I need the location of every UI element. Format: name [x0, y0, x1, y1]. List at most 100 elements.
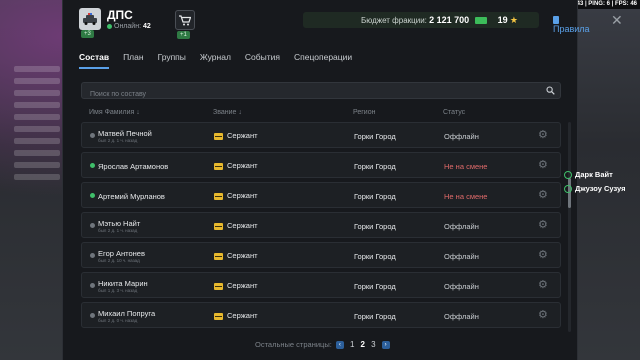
tab-journal[interactable]: Журнал [200, 52, 231, 69]
member-rank: Сержант [214, 251, 258, 260]
cart-badge: +1 [177, 31, 190, 39]
member-region: Горки Город [354, 282, 396, 291]
panel-header: +3 ДПС Онлайн: 42 +1 Бюджет фракции: 2 1… [63, 0, 623, 44]
friend-marker: Дарк Вайт [564, 170, 613, 180]
online-indicator: Онлайн: 42 [107, 23, 151, 30]
member-rank: Сержант [214, 311, 258, 320]
table-row[interactable]: Никита Марин был 1 д. 3 ч. назад Сержант Го… [81, 272, 561, 298]
member-rank: Сержант [214, 281, 258, 290]
police-car-icon [83, 13, 97, 25]
table-row[interactable]: Ярослав Артамонов Сержант Горки Город Не на… [81, 152, 561, 178]
column-header-name[interactable]: Имя Фамилия ↓ [89, 109, 140, 116]
last-seen: был 2 д. 0 ч. назад [98, 318, 138, 323]
table-row[interactable]: Артемий Мурланов Сержант Горки Город Не на … [81, 182, 561, 208]
table-row[interactable]: Мэтью Найт был 2 д. 1 ч. назад Сержант Горк… [81, 212, 561, 238]
member-status: Оффлайн [444, 252, 479, 261]
presence-dot-icon [90, 313, 95, 318]
prev-page-icon[interactable]: ‹ [335, 341, 344, 350]
rules-label: Правила [553, 24, 590, 34]
page-3[interactable]: 3 [371, 340, 375, 349]
rank-icon [214, 192, 223, 200]
friend-marker: Джузоу Сузуя [564, 184, 626, 194]
money-icon [475, 17, 488, 25]
rank-icon [214, 312, 223, 320]
member-name: Ярослав Артамонов [98, 162, 169, 171]
table-row[interactable]: Михаил Попруга был 2 д. 0 ч. назад Сержант… [81, 302, 561, 328]
budget-amount: 2 121 700 [429, 15, 470, 25]
member-region: Горки Город [354, 252, 396, 261]
gear-icon[interactable]: ⚙ [538, 250, 548, 261]
page-2[interactable]: 2 [361, 340, 365, 349]
presence-dot-icon [90, 163, 95, 168]
gear-icon[interactable]: ⚙ [538, 310, 548, 321]
faction-level: 19 [497, 15, 508, 25]
star-icon: ★ [509, 15, 518, 25]
online-label: Онлайн: [114, 23, 142, 30]
close-icon[interactable]: ✕ [611, 12, 623, 29]
scrollbar[interactable] [568, 122, 571, 332]
column-header-region: Регион [353, 109, 376, 116]
page-1[interactable]: 1 [350, 340, 354, 349]
rules-link[interactable]: Правила [553, 14, 590, 34]
rank-icon [214, 162, 223, 170]
gear-icon[interactable]: ⚙ [538, 190, 548, 201]
faction-name: ДПС [107, 8, 133, 22]
friend-ring-icon [564, 171, 572, 180]
members-list: Матвей Печной был 2 д. 1 ч. назад Сержант Г… [81, 122, 561, 332]
gear-icon[interactable]: ⚙ [538, 130, 548, 141]
pagination-label: Остальные страницы: [255, 340, 332, 349]
tab-groups[interactable]: Группы [158, 52, 186, 69]
tab-special-ops[interactable]: Спецоперации [294, 52, 352, 69]
last-seen: был 1 д. 3 ч. назад [98, 288, 138, 293]
member-status: Не на смене [444, 192, 488, 201]
last-seen: был 2 д. 1 ч. назад [98, 138, 138, 143]
gear-icon[interactable]: ⚙ [538, 280, 548, 291]
member-name: Матвей Печной [98, 129, 152, 138]
online-count: 42 [142, 23, 151, 30]
presence-dot-icon [90, 283, 95, 288]
member-region: Горки Город [354, 222, 396, 231]
member-status: Оффлайн [444, 132, 479, 141]
member-status: Оффлайн [444, 312, 479, 321]
faction-budget: Бюджет фракции: 2 121 700 19 ★ [303, 12, 539, 28]
cart-icon [179, 14, 191, 25]
member-region: Горки Город [354, 312, 396, 321]
faction-logo [79, 8, 101, 30]
rank-icon [214, 222, 223, 230]
sort-arrow-icon: ↓ [238, 109, 242, 116]
member-region: Горки Город [354, 162, 396, 171]
last-seen: был 2 д. 10 ч. назад [98, 258, 140, 263]
presence-dot-icon [90, 223, 95, 228]
faction-panel: +3 ДПС Онлайн: 42 +1 Бюджет фракции: 2 1… [62, 0, 623, 360]
tab-plan[interactable]: План [123, 52, 144, 69]
member-rank: Сержант [214, 161, 258, 170]
member-name: Никита Марин [98, 279, 148, 288]
friend-ring-icon [564, 185, 572, 194]
tab-events[interactable]: События [245, 52, 280, 69]
last-seen: был 2 д. 1 ч. назад [98, 228, 138, 233]
pagination: Остальные страницы: ‹ 1 2 3 › [255, 340, 392, 350]
gear-icon[interactable]: ⚙ [538, 220, 548, 231]
member-region: Горки Город [354, 192, 396, 201]
shop-button[interactable] [175, 10, 195, 30]
search-icon[interactable] [546, 86, 555, 95]
member-rank: Сержант [214, 131, 258, 140]
column-header-status: Статус [443, 109, 466, 116]
rank-icon [214, 252, 223, 260]
book-icon [553, 15, 559, 24]
gear-icon[interactable]: ⚙ [538, 160, 548, 171]
online-dot-icon [107, 23, 112, 29]
table-row[interactable]: Матвей Печной был 2 д. 1 ч. назад Сержант Г… [81, 122, 561, 148]
tab-bar: Состав План Группы Журнал События Спецоп… [79, 52, 352, 69]
column-header-rank[interactable]: Звание ↓ [213, 109, 242, 116]
tab-members[interactable]: Состав [79, 52, 110, 69]
table-row[interactable]: Егор Антонев был 2 д. 10 ч. назад Сержант Г… [81, 242, 561, 268]
member-name: Михаил Попруга [98, 309, 156, 318]
search-input[interactable] [82, 87, 560, 102]
budget-label: Бюджет фракции: [361, 16, 427, 25]
member-rank: Сержант [214, 221, 258, 230]
member-region: Горки Город [354, 132, 396, 141]
next-page-icon[interactable]: › [381, 341, 390, 350]
member-status: Оффлайн [444, 222, 479, 231]
member-status: Не на смене [444, 162, 488, 171]
